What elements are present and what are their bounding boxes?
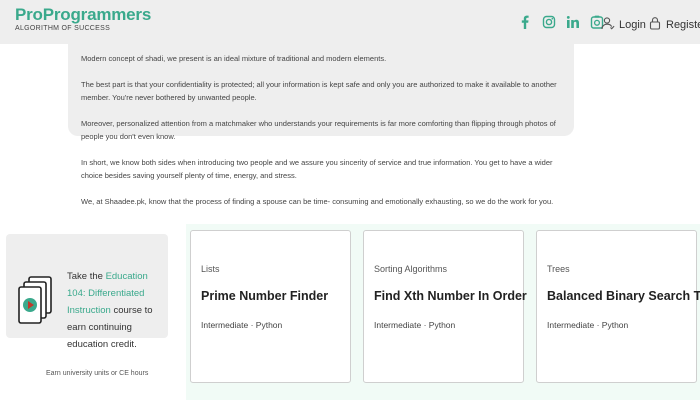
algorithm-card[interactable]: Sorting Algorithms Find Xth Number In Or… bbox=[363, 230, 527, 383]
register-label: Register bbox=[666, 18, 700, 31]
logo-tagline: ALGORITHM OF SUCCESS bbox=[15, 25, 111, 32]
linkedin-icon[interactable] bbox=[566, 14, 580, 30]
lock-icon bbox=[648, 16, 662, 33]
card-title: Balanced Binary Search Tree bbox=[547, 289, 700, 303]
article-paragraph: We, at Shaadee.pk, know that the process… bbox=[81, 197, 554, 206]
algorithm-card[interactable]: Lists Prime Number Finder Intermediate ·… bbox=[190, 230, 351, 383]
article-paragraph: Modern concept of shadi, we present is a… bbox=[81, 54, 387, 63]
card-category: Sorting Algorithms bbox=[374, 264, 448, 274]
logo-title: ProProgrammers bbox=[15, 5, 152, 24]
promo-footer: Earn university units or CE hours bbox=[46, 370, 149, 377]
promo-text-before: Take the bbox=[67, 271, 103, 282]
social-links bbox=[518, 14, 604, 30]
top-header: ProProgrammers ALGORITHM OF SUCCESS Logi… bbox=[0, 0, 700, 44]
card-meta: Intermediate · Python bbox=[374, 320, 456, 330]
card-title: Find Xth Number In Order bbox=[374, 289, 527, 303]
user-icon bbox=[601, 16, 615, 33]
article-paragraph: Moreover, personalized attention from a … bbox=[81, 119, 556, 141]
login-label: Login bbox=[619, 18, 646, 31]
card-category: Lists bbox=[201, 264, 220, 274]
card-category: Trees bbox=[547, 264, 570, 274]
register-link[interactable]: Register bbox=[648, 16, 700, 33]
card-meta: Intermediate · Python bbox=[201, 320, 283, 330]
site-logo[interactable]: ProProgrammers ALGORITHM OF SUCCESS bbox=[15, 5, 152, 33]
instagram-icon[interactable] bbox=[542, 14, 556, 30]
article-paragraph: In short, we know both sides when introd… bbox=[81, 158, 553, 180]
article-paragraph: The best part is that your confidentiali… bbox=[81, 80, 557, 102]
login-link[interactable]: Login bbox=[601, 16, 646, 33]
facebook-icon[interactable] bbox=[518, 14, 532, 30]
video-course-icon bbox=[18, 276, 54, 328]
promo-text: Take the Education 104: Differentiated I… bbox=[67, 268, 157, 353]
algorithm-card[interactable]: Trees Balanced Binary Search Tree Interm… bbox=[536, 230, 700, 383]
card-meta: Intermediate · Python bbox=[547, 320, 629, 330]
card-title: Prime Number Finder bbox=[201, 289, 329, 303]
